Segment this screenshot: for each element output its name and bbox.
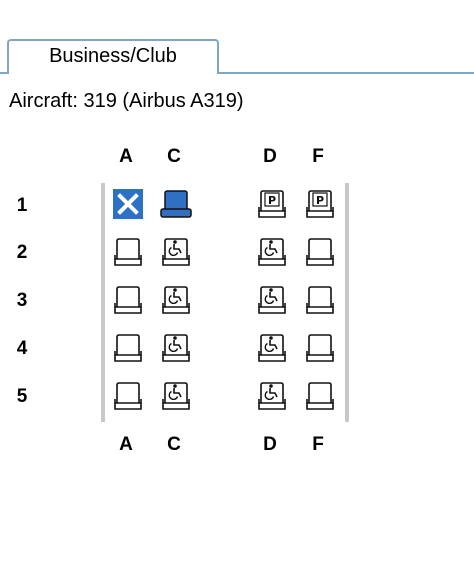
seat-1a [110, 187, 146, 221]
tab-divider-right [217, 72, 474, 74]
seat-available-icon [306, 334, 334, 362]
column-label-d-bottom: D [263, 434, 277, 455]
column-label-f-bottom: F [312, 434, 324, 455]
seat-accessible-icon [258, 334, 286, 362]
tab-label: Business/Club [49, 45, 177, 67]
seat-3c[interactable] [158, 283, 194, 317]
row-label-2: 2 [16, 242, 28, 263]
seat-3f[interactable] [302, 283, 338, 317]
row-label-4: 4 [16, 338, 28, 359]
seat-selected-icon [160, 190, 192, 218]
seat-1c[interactable] [158, 187, 194, 221]
row-label-3: 3 [16, 290, 28, 311]
seat-2d[interactable] [254, 235, 290, 269]
seat-2a[interactable] [110, 235, 146, 269]
column-label-a-top: A [119, 146, 133, 167]
column-label-a-bottom: A [119, 434, 133, 455]
column-label-d-top: D [263, 146, 277, 167]
seat-premium-icon: P [306, 190, 334, 218]
seat-premium-icon: P [258, 190, 286, 218]
cabin-wall-right [345, 183, 349, 422]
tab-bar: Business/Club [0, 0, 474, 75]
seat-accessible-icon [162, 334, 190, 362]
seat-5c[interactable] [158, 379, 194, 413]
seat-accessible-icon [162, 238, 190, 266]
column-label-c-top: C [167, 146, 181, 167]
seat-4f[interactable] [302, 331, 338, 365]
seat-available-icon [114, 382, 142, 410]
seat-accessible-icon [258, 286, 286, 314]
seat-available-icon [114, 334, 142, 362]
row-label-1: 1 [16, 195, 28, 216]
seat-available-icon [306, 286, 334, 314]
seat-accessible-icon [162, 382, 190, 410]
svg-text:P: P [316, 194, 324, 207]
seat-4d[interactable] [254, 331, 290, 365]
tab-divider-left [0, 72, 7, 74]
svg-text:P: P [268, 194, 276, 207]
seat-available-icon [114, 286, 142, 314]
seat-5d[interactable] [254, 379, 290, 413]
seat-5a[interactable] [110, 379, 146, 413]
seat-2c[interactable] [158, 235, 194, 269]
seat-3d[interactable] [254, 283, 290, 317]
seat-1d[interactable]: P [254, 187, 290, 221]
seat-2f[interactable] [302, 235, 338, 269]
seat-3a[interactable] [110, 283, 146, 317]
seat-accessible-icon [162, 286, 190, 314]
seat-accessible-icon [258, 238, 286, 266]
seat-4a[interactable] [110, 331, 146, 365]
seat-4c[interactable] [158, 331, 194, 365]
seat-accessible-icon [258, 382, 286, 410]
row-label-5: 5 [16, 386, 28, 407]
seat-available-icon [114, 238, 142, 266]
seat-1f[interactable]: P [302, 187, 338, 221]
seat-unavailable-icon [113, 189, 143, 219]
column-label-c-bottom: C [167, 434, 181, 455]
seat-5f[interactable] [302, 379, 338, 413]
aircraft-label: Aircraft: 319 (Airbus A319) [9, 90, 244, 112]
seat-available-icon [306, 238, 334, 266]
tab-business-club[interactable]: Business/Club [7, 39, 219, 74]
cabin-wall-left [101, 183, 105, 422]
column-label-f-top: F [312, 146, 324, 167]
seat-available-icon [306, 382, 334, 410]
